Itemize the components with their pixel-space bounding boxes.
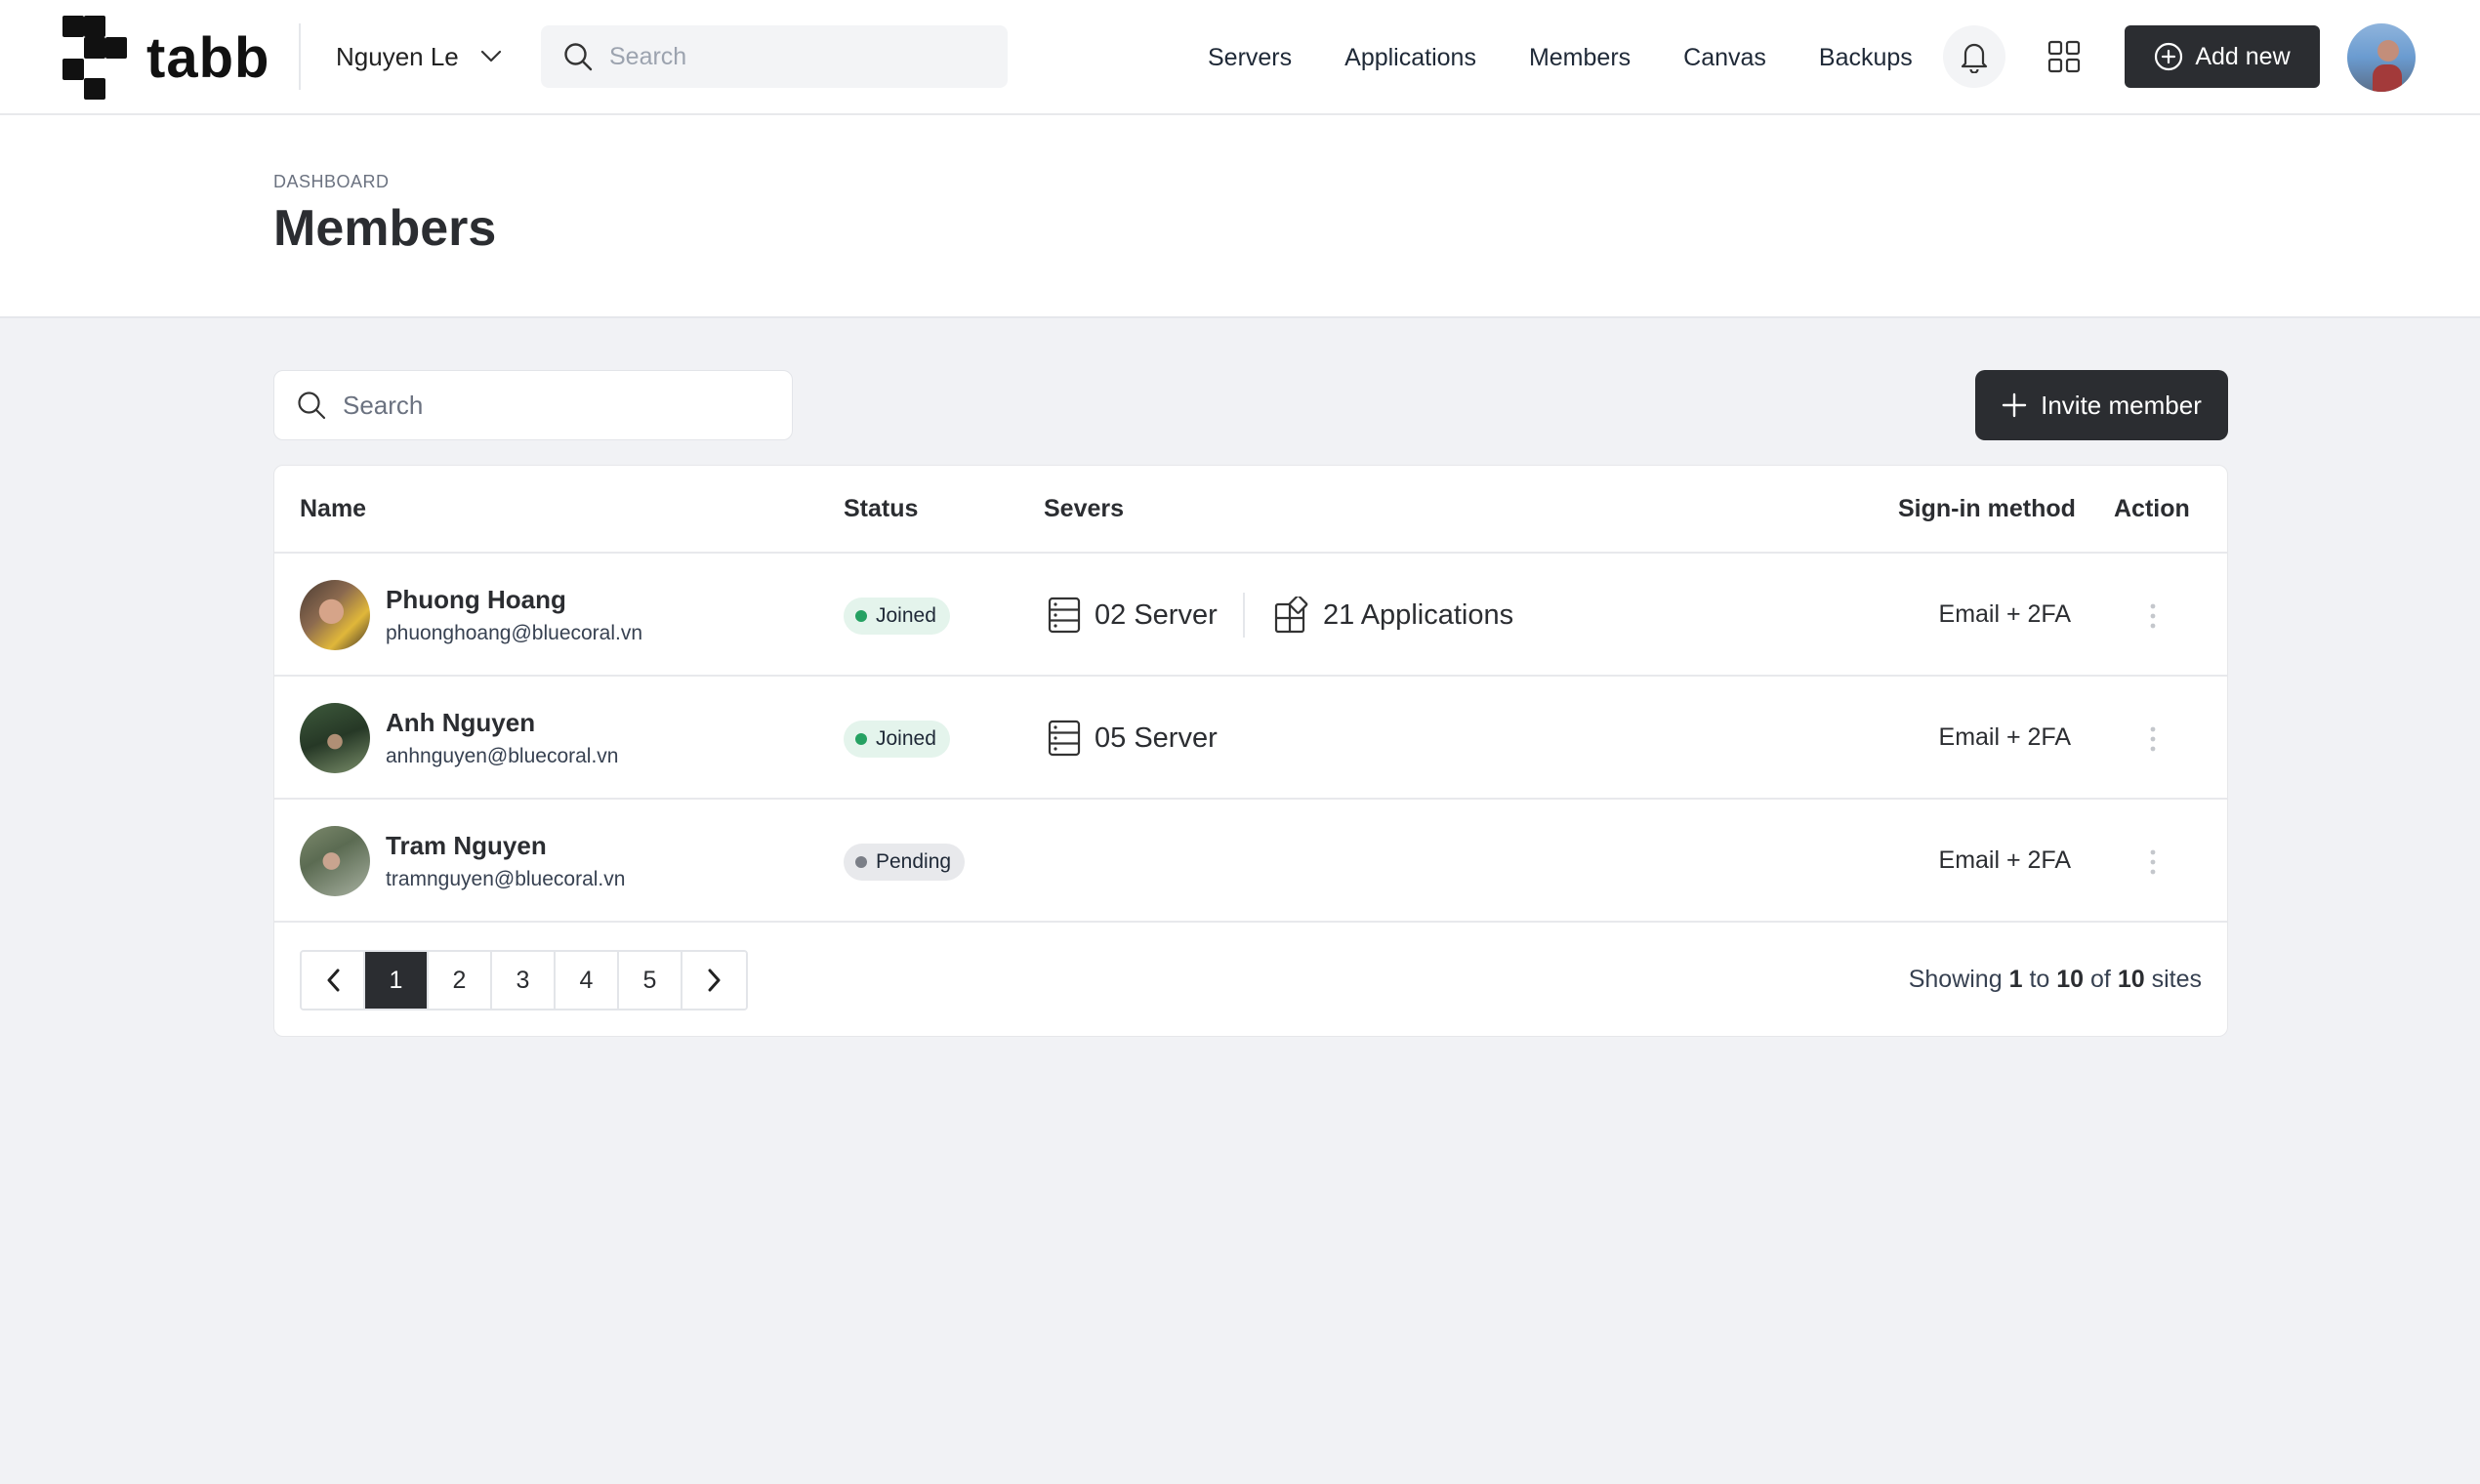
top-navigation-bar: tabb Nguyen Le Servers Applications Memb… xyxy=(0,0,2480,115)
table-row[interactable]: Phuong Hoang phuonghoang@bluecoral.vn Jo… xyxy=(274,552,2227,675)
status-label: Pending xyxy=(876,850,952,873)
nav-servers[interactable]: Servers xyxy=(1208,44,1292,72)
header-divider xyxy=(299,23,301,90)
more-vertical-icon xyxy=(2150,726,2156,752)
members-search[interactable] xyxy=(273,370,793,440)
search-icon xyxy=(564,43,593,71)
nav-applications[interactable]: Applications xyxy=(1344,44,1476,72)
server-count-label: 02 Server xyxy=(1095,598,1218,631)
notifications-button[interactable] xyxy=(1943,25,2005,88)
bell-icon xyxy=(1961,43,1988,73)
table-footer: 1 2 3 4 5 Showing 1 to 10 of 10 sites xyxy=(274,921,2227,1036)
nav-members[interactable]: Members xyxy=(1529,44,1631,72)
logo-icon xyxy=(62,16,127,100)
member-email: phuonghoang@bluecoral.vn xyxy=(386,622,643,644)
status-dot-icon xyxy=(855,856,867,868)
column-header-action: Action xyxy=(2114,495,2190,522)
chevron-left-icon xyxy=(327,969,339,992)
cell-divider xyxy=(1243,593,1245,638)
server-count-label: 05 Server xyxy=(1095,721,1218,754)
pagination-prev-button[interactable] xyxy=(302,952,365,1009)
main-nav: Servers Applications Members Canvas Back… xyxy=(1181,27,1939,88)
member-name[interactable]: Tram Nguyen xyxy=(386,831,547,861)
showing-total: 10 xyxy=(2117,966,2145,993)
server-icon xyxy=(1048,720,1081,757)
row-actions-button[interactable] xyxy=(2141,598,2165,634)
workspace-name: Nguyen Le xyxy=(336,41,459,71)
pagination: 1 2 3 4 5 xyxy=(300,950,748,1010)
table-row[interactable]: Anh Nguyen anhnguyen@bluecoral.vn Joined… xyxy=(274,675,2227,798)
table-row[interactable]: Tram Nguyen tramnguyen@bluecoral.vn Pend… xyxy=(274,798,2227,921)
nav-backups[interactable]: Backups xyxy=(1819,44,1913,72)
search-icon xyxy=(298,392,326,420)
member-avatar xyxy=(300,580,370,650)
status-badge: Joined xyxy=(844,598,950,635)
brand-name: tabb xyxy=(146,25,270,90)
pagination-page-4[interactable]: 4 xyxy=(556,952,619,1009)
plus-circle-icon xyxy=(2155,42,2183,71)
add-new-button[interactable]: Add new xyxy=(2125,25,2320,88)
member-email: tramnguyen@bluecoral.vn xyxy=(386,868,626,890)
showing-to: 10 xyxy=(2056,966,2085,993)
showing-suffix: sites xyxy=(2151,966,2202,993)
status-dot-icon xyxy=(855,733,867,745)
column-header-signin: Sign-in method xyxy=(1898,495,2076,522)
add-new-label: Add new xyxy=(2195,42,2291,70)
nav-canvas[interactable]: Canvas xyxy=(1683,44,1766,72)
status-badge: Joined xyxy=(844,721,950,758)
signin-method: Email + 2FA xyxy=(1938,600,2071,628)
members-table: Name Status Severs Sign-in method Action… xyxy=(273,465,2228,1037)
members-search-input[interactable] xyxy=(343,390,772,421)
showing-from: 1 xyxy=(2008,966,2023,993)
page-title: Members xyxy=(273,200,497,257)
apps-grid-button[interactable] xyxy=(2033,25,2095,88)
pagination-page-5[interactable]: 5 xyxy=(619,952,682,1009)
pagination-next-button[interactable] xyxy=(682,952,746,1009)
showing-of-word: of xyxy=(2090,966,2111,993)
pagination-page-2[interactable]: 2 xyxy=(429,952,492,1009)
breadcrumb[interactable]: DASHBOARD xyxy=(273,172,390,192)
server-count[interactable]: 02 Server xyxy=(1048,593,1218,638)
plus-icon xyxy=(2002,392,2027,418)
more-vertical-icon xyxy=(2150,603,2156,629)
server-count[interactable]: 05 Server xyxy=(1048,716,1218,761)
chevron-down-icon xyxy=(480,50,501,62)
server-icon xyxy=(1048,597,1081,634)
application-count-label: 21 Applications xyxy=(1323,598,1514,631)
invite-member-label: Invite member xyxy=(2041,390,2202,420)
brand-logo[interactable]: tabb xyxy=(62,16,269,100)
signin-method: Email + 2FA xyxy=(1938,723,2071,751)
grid-icon xyxy=(2047,40,2081,73)
global-search-input[interactable] xyxy=(609,42,980,71)
status-label: Joined xyxy=(876,604,936,627)
user-avatar[interactable] xyxy=(2347,23,2416,92)
showing-to-word: to xyxy=(2029,966,2050,993)
global-search[interactable] xyxy=(541,25,1008,88)
row-actions-button[interactable] xyxy=(2141,721,2165,757)
pagination-page-3[interactable]: 3 xyxy=(492,952,556,1009)
application-count[interactable]: 21 Applications xyxy=(1274,593,1513,638)
chevron-right-icon xyxy=(708,969,720,992)
member-email: anhnguyen@bluecoral.vn xyxy=(386,745,619,767)
page-header: DASHBOARD Members xyxy=(0,115,2480,318)
member-name[interactable]: Anh Nguyen xyxy=(386,708,535,738)
more-vertical-icon xyxy=(2150,849,2156,875)
invite-member-button[interactable]: Invite member xyxy=(1975,370,2228,440)
status-dot-icon xyxy=(855,610,867,622)
row-actions-button[interactable] xyxy=(2141,845,2165,880)
workspace-switcher[interactable]: Nguyen Le xyxy=(336,27,502,86)
member-avatar xyxy=(300,703,370,773)
column-header-servers: Severs xyxy=(1044,495,1125,522)
column-header-name: Name xyxy=(300,495,367,522)
status-badge: Pending xyxy=(844,844,966,881)
status-label: Joined xyxy=(876,727,936,750)
column-header-status: Status xyxy=(844,495,919,522)
showing-prefix: Showing xyxy=(1908,966,2003,993)
member-avatar xyxy=(300,826,370,896)
pagination-page-1[interactable]: 1 xyxy=(365,952,429,1009)
signin-method: Email + 2FA xyxy=(1938,846,2071,874)
applications-icon xyxy=(1274,597,1308,634)
member-name[interactable]: Phuong Hoang xyxy=(386,585,566,615)
showing-summary: Showing 1 to 10 of 10 sites xyxy=(1909,966,2202,994)
